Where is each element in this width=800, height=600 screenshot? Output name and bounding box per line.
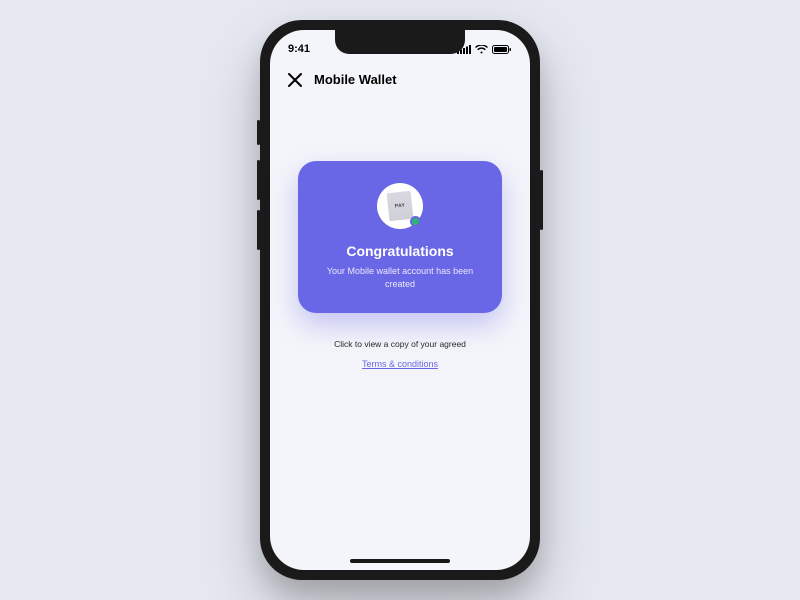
app-header: Mobile Wallet [270,62,530,101]
wifi-icon [475,45,488,54]
congrats-card: PAY Congratulations Your Mobile wallet a… [298,161,502,313]
terms-block: Click to view a copy of your agreed Term… [334,339,466,372]
home-indicator[interactable] [350,559,450,563]
congrats-subtitle: Your Mobile wallet account has been crea… [315,265,485,291]
terms-link[interactable]: Terms & conditions [362,359,438,369]
phone-side-button [540,170,543,230]
congrats-title: Congratulations [346,243,453,259]
notch [335,30,465,54]
phone-side-button [257,120,260,145]
screen: 9:41 Mobile Wallet PAY Congratulations [270,30,530,570]
pay-badge: PAY [377,183,423,229]
terms-intro-text: Click to view a copy of your agreed [334,339,466,349]
status-dot-success [410,216,421,227]
main-content: PAY Congratulations Your Mobile wallet a… [270,101,530,570]
phone-side-button [257,160,260,200]
phone-mockup: 9:41 Mobile Wallet PAY Congratulations [260,20,540,580]
phone-side-button [257,210,260,250]
battery-icon [492,45,512,54]
status-indicators [457,45,512,54]
status-time: 9:41 [288,43,310,55]
close-icon[interactable] [288,73,302,87]
pay-icon: PAY [387,191,414,221]
page-title: Mobile Wallet [314,72,397,87]
